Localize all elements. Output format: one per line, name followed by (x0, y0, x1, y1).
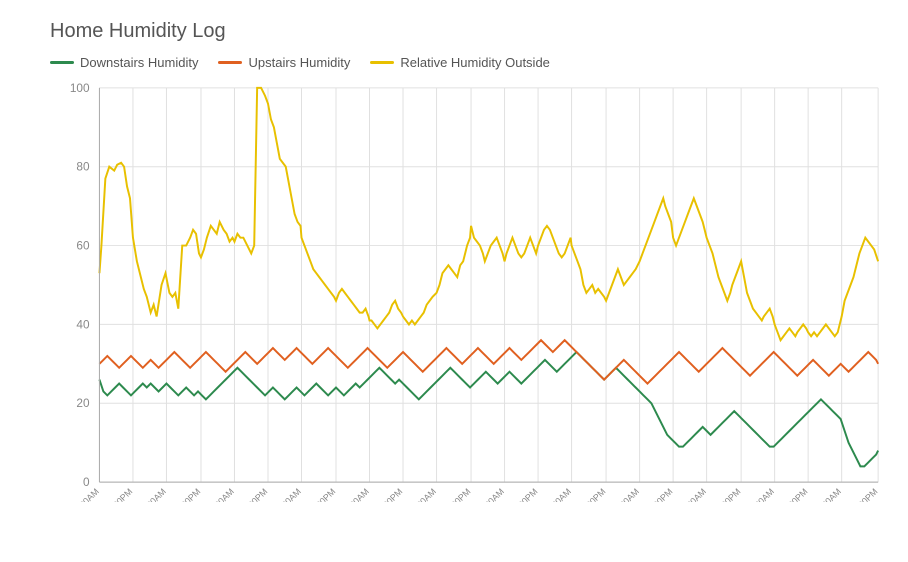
svg-text:20: 20 (76, 396, 90, 410)
svg-text:Tue 12/1 12:00AM: Tue 12/1 12:00AM (60, 486, 101, 502)
legend-label-upstairs: Upstairs Humidity (248, 55, 350, 70)
legend-item-upstairs: Upstairs Humidity (218, 55, 350, 70)
legend-item-outside: Relative Humidity Outside (370, 55, 550, 70)
upstairs-humidity-line (99, 340, 878, 383)
svg-text:40: 40 (76, 317, 90, 331)
outside-humidity-line (99, 88, 878, 340)
legend-line-downstairs (50, 61, 74, 64)
legend: Downstairs Humidity Upstairs Humidity Re… (50, 55, 898, 70)
legend-line-outside (370, 61, 394, 64)
svg-text:100: 100 (70, 81, 90, 95)
legend-item-downstairs: Downstairs Humidity (50, 55, 198, 70)
legend-label-downstairs: Downstairs Humidity (80, 55, 198, 70)
svg-text:80: 80 (76, 160, 90, 174)
downstairs-humidity-line (99, 352, 878, 466)
svg-text:60: 60 (76, 239, 90, 253)
legend-label-outside: Relative Humidity Outside (400, 55, 550, 70)
chart-area: 0 20 40 60 80 100 Tue 12/1 12:00AM Tue 1… (60, 78, 888, 502)
chart-title: Home Humidity Log (50, 20, 898, 43)
main-svg: 0 20 40 60 80 100 Tue 12/1 12:00AM Tue 1… (60, 78, 888, 502)
legend-line-upstairs (218, 61, 242, 64)
svg-text:0: 0 (83, 475, 90, 489)
chart-container: Home Humidity Log Downstairs Humidity Up… (0, 0, 908, 562)
